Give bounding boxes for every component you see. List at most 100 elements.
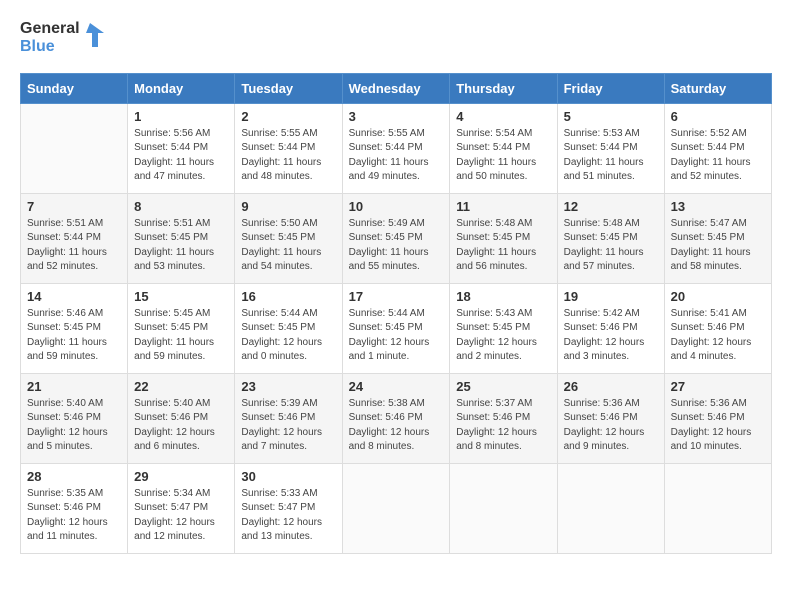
calendar-cell: 4Sunrise: 5:54 AM Sunset: 5:44 PM Daylig… bbox=[450, 103, 557, 193]
day-number: 4 bbox=[456, 109, 550, 124]
day-info: Sunrise: 5:48 AM Sunset: 5:45 PM Dayligh… bbox=[456, 217, 550, 275]
calendar-cell: 28 Sunrise: 5:35 AM Sunset: 5:46 PM Dayli… bbox=[21, 463, 128, 553]
calendar-week-row: 28 Sunrise: 5:35 AM Sunset: 5:46 PM Dayli… bbox=[21, 463, 772, 553]
day-info: Sunrise: 5:51 AM Sunset: 5:44 PM Dayligh… bbox=[27, 217, 121, 275]
day-number: 10 bbox=[349, 199, 444, 214]
calendar-cell: 9 Sunrise: 5:50 AM Sunset: 5:45 PM Daylig… bbox=[235, 193, 342, 283]
calendar-header-row: SundayMondayTuesdayWednesdayThursdayFrid… bbox=[21, 73, 772, 103]
day-info: Sunrise: 5:42 AM Sunset: 5:46 PM Dayligh… bbox=[564, 307, 658, 365]
day-number: 3 bbox=[349, 109, 444, 124]
calendar-week-row: 7 Sunrise: 5:51 AM Sunset: 5:44 PM Daylig… bbox=[21, 193, 772, 283]
calendar-cell: 17Sunrise: 5:44 AM Sunset: 5:45 PM Dayli… bbox=[342, 283, 450, 373]
logo-blue: Blue bbox=[20, 38, 80, 56]
calendar-cell: 22Sunrise: 5:40 AM Sunset: 5:46 PM Dayli… bbox=[128, 373, 235, 463]
day-info: Sunrise: 5:55 AM Sunset: 5:44 PM Dayligh… bbox=[241, 127, 335, 185]
calendar-cell: 10 Sunrise: 5:49 AM Sunset: 5:45 PM Dayli… bbox=[342, 193, 450, 283]
calendar-table: SundayMondayTuesdayWednesdayThursdayFrid… bbox=[20, 73, 772, 554]
day-info: Sunrise: 5:44 AM Sunset: 5:45 PM Dayligh… bbox=[241, 307, 335, 365]
calendar-header-monday: Monday bbox=[128, 73, 235, 103]
day-number: 18 bbox=[456, 289, 550, 304]
day-info: Sunrise: 5:53 AM Sunset: 5:44 PM Dayligh… bbox=[564, 127, 658, 185]
calendar-cell: 21 Sunrise: 5:40 AM Sunset: 5:46 PM Dayli… bbox=[21, 373, 128, 463]
day-info: Sunrise: 5:49 AM Sunset: 5:45 PM Dayligh… bbox=[349, 217, 444, 275]
day-number: 19 bbox=[564, 289, 658, 304]
day-number: 28 bbox=[27, 469, 121, 484]
calendar-cell bbox=[450, 463, 557, 553]
day-number: 7 bbox=[27, 199, 121, 214]
calendar-cell: 14Sunrise: 5:46 AM Sunset: 5:45 PM Dayli… bbox=[21, 283, 128, 373]
day-info: Sunrise: 5:34 AM Sunset: 5:47 PM Dayligh… bbox=[134, 487, 228, 545]
day-number: 22 bbox=[134, 379, 228, 394]
calendar-week-row: 1 Sunrise: 5:56 AM Sunset: 5:44 PM Daylig… bbox=[21, 103, 772, 193]
day-number: 15 bbox=[134, 289, 228, 304]
page-header: General Blue bbox=[20, 20, 772, 57]
logo-bird-icon bbox=[82, 23, 104, 53]
day-info: Sunrise: 5:45 AM Sunset: 5:45 PM Dayligh… bbox=[134, 307, 228, 365]
day-number: 21 bbox=[27, 379, 121, 394]
day-number: 27 bbox=[671, 379, 765, 394]
calendar-header-tuesday: Tuesday bbox=[235, 73, 342, 103]
calendar-cell: 24 Sunrise: 5:38 AM Sunset: 5:46 PM Dayli… bbox=[342, 373, 450, 463]
day-info: Sunrise: 5:40 AM Sunset: 5:46 PM Dayligh… bbox=[27, 397, 121, 455]
day-info: Sunrise: 5:56 AM Sunset: 5:44 PM Dayligh… bbox=[134, 127, 228, 185]
calendar-cell: 26 Sunrise: 5:36 AM Sunset: 5:46 PM Dayli… bbox=[557, 373, 664, 463]
day-number: 12 bbox=[564, 199, 658, 214]
calendar-cell: 7 Sunrise: 5:51 AM Sunset: 5:44 PM Daylig… bbox=[21, 193, 128, 283]
calendar-cell: 20Sunrise: 5:41 AM Sunset: 5:46 PM Dayli… bbox=[664, 283, 771, 373]
day-info: Sunrise: 5:51 AM Sunset: 5:45 PM Dayligh… bbox=[134, 217, 228, 275]
day-info: Sunrise: 5:46 AM Sunset: 5:45 PM Dayligh… bbox=[27, 307, 121, 365]
day-number: 1 bbox=[134, 109, 228, 124]
calendar-cell: 29 Sunrise: 5:34 AM Sunset: 5:47 PM Dayli… bbox=[128, 463, 235, 553]
day-info: Sunrise: 5:52 AM Sunset: 5:44 PM Dayligh… bbox=[671, 127, 765, 185]
calendar-cell: 11Sunrise: 5:48 AM Sunset: 5:45 PM Dayli… bbox=[450, 193, 557, 283]
day-number: 6 bbox=[671, 109, 765, 124]
day-info: Sunrise: 5:36 AM Sunset: 5:46 PM Dayligh… bbox=[671, 397, 765, 455]
calendar-cell: 6 Sunrise: 5:52 AM Sunset: 5:44 PM Daylig… bbox=[664, 103, 771, 193]
calendar-cell bbox=[342, 463, 450, 553]
day-number: 30 bbox=[241, 469, 335, 484]
day-info: Sunrise: 5:55 AM Sunset: 5:44 PM Dayligh… bbox=[349, 127, 444, 185]
day-info: Sunrise: 5:37 AM Sunset: 5:46 PM Dayligh… bbox=[456, 397, 550, 455]
calendar-cell: 1 Sunrise: 5:56 AM Sunset: 5:44 PM Daylig… bbox=[128, 103, 235, 193]
calendar-week-row: 21 Sunrise: 5:40 AM Sunset: 5:46 PM Dayli… bbox=[21, 373, 772, 463]
calendar-cell: 13Sunrise: 5:47 AM Sunset: 5:45 PM Dayli… bbox=[664, 193, 771, 283]
day-number: 25 bbox=[456, 379, 550, 394]
day-number: 29 bbox=[134, 469, 228, 484]
calendar-cell bbox=[21, 103, 128, 193]
calendar-cell: 27 Sunrise: 5:36 AM Sunset: 5:46 PM Dayli… bbox=[664, 373, 771, 463]
logo-wrapper: General Blue bbox=[20, 20, 104, 57]
day-number: 8 bbox=[134, 199, 228, 214]
calendar-cell: 3 Sunrise: 5:55 AM Sunset: 5:44 PM Daylig… bbox=[342, 103, 450, 193]
day-number: 2 bbox=[241, 109, 335, 124]
calendar-header-friday: Friday bbox=[557, 73, 664, 103]
day-info: Sunrise: 5:48 AM Sunset: 5:45 PM Dayligh… bbox=[564, 217, 658, 275]
calendar-cell: 2 Sunrise: 5:55 AM Sunset: 5:44 PM Daylig… bbox=[235, 103, 342, 193]
calendar-header-saturday: Saturday bbox=[664, 73, 771, 103]
day-number: 9 bbox=[241, 199, 335, 214]
day-info: Sunrise: 5:35 AM Sunset: 5:46 PM Dayligh… bbox=[27, 487, 121, 545]
day-info: Sunrise: 5:50 AM Sunset: 5:45 PM Dayligh… bbox=[241, 217, 335, 275]
day-info: Sunrise: 5:36 AM Sunset: 5:46 PM Dayligh… bbox=[564, 397, 658, 455]
calendar-cell: 12 Sunrise: 5:48 AM Sunset: 5:45 PM Dayli… bbox=[557, 193, 664, 283]
day-number: 5 bbox=[564, 109, 658, 124]
calendar-cell: 15 Sunrise: 5:45 AM Sunset: 5:45 PM Dayli… bbox=[128, 283, 235, 373]
calendar-header-wednesday: Wednesday bbox=[342, 73, 450, 103]
calendar-cell: 19 Sunrise: 5:42 AM Sunset: 5:46 PM Dayli… bbox=[557, 283, 664, 373]
calendar-cell: 5 Sunrise: 5:53 AM Sunset: 5:44 PM Daylig… bbox=[557, 103, 664, 193]
day-info: Sunrise: 5:38 AM Sunset: 5:46 PM Dayligh… bbox=[349, 397, 444, 455]
logo-general: General bbox=[20, 20, 80, 38]
day-info: Sunrise: 5:41 AM Sunset: 5:46 PM Dayligh… bbox=[671, 307, 765, 365]
calendar-cell: 18Sunrise: 5:43 AM Sunset: 5:45 PM Dayli… bbox=[450, 283, 557, 373]
day-number: 13 bbox=[671, 199, 765, 214]
calendar-cell bbox=[557, 463, 664, 553]
day-info: Sunrise: 5:33 AM Sunset: 5:47 PM Dayligh… bbox=[241, 487, 335, 545]
logo-text-stack: General Blue bbox=[20, 20, 80, 57]
day-info: Sunrise: 5:39 AM Sunset: 5:46 PM Dayligh… bbox=[241, 397, 335, 455]
day-number: 26 bbox=[564, 379, 658, 394]
logo: General Blue bbox=[20, 20, 104, 57]
calendar-cell: 23Sunrise: 5:39 AM Sunset: 5:46 PM Dayli… bbox=[235, 373, 342, 463]
day-info: Sunrise: 5:44 AM Sunset: 5:45 PM Dayligh… bbox=[349, 307, 444, 365]
calendar-cell: 30 Sunrise: 5:33 AM Sunset: 5:47 PM Dayli… bbox=[235, 463, 342, 553]
calendar-cell: 8 Sunrise: 5:51 AM Sunset: 5:45 PM Daylig… bbox=[128, 193, 235, 283]
day-number: 24 bbox=[349, 379, 444, 394]
